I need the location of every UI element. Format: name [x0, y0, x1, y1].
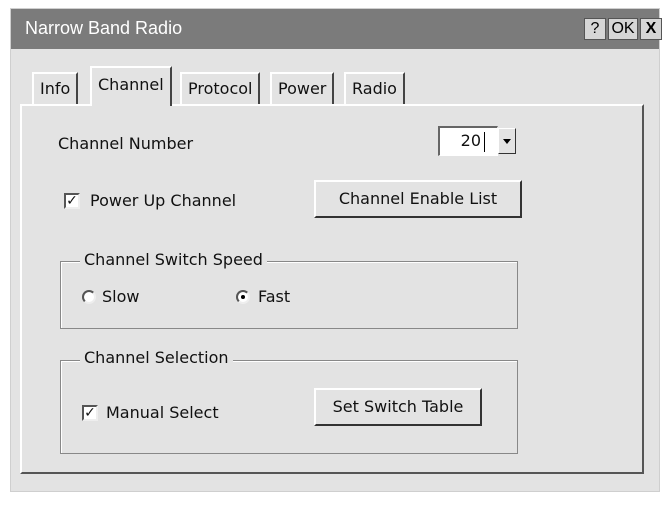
- check-mark-icon: ✓: [66, 193, 78, 209]
- slow-radio-label: Slow: [102, 287, 140, 306]
- text-caret: [484, 132, 485, 152]
- help-button[interactable]: ?: [584, 18, 606, 40]
- fast-radio[interactable]: [236, 290, 250, 304]
- check-mark-icon: ✓: [84, 405, 96, 421]
- channel-number-dropdown-button[interactable]: [498, 128, 516, 154]
- channel-number-input[interactable]: 20: [438, 126, 498, 156]
- tab-channel[interactable]: Channel: [90, 66, 172, 106]
- manual-select-checkbox[interactable]: ✓: [82, 405, 98, 421]
- channel-number-label: Channel Number: [58, 134, 194, 153]
- tab-power[interactable]: Power: [270, 72, 335, 104]
- title-bar[interactable]: Narrow Band Radio ? OK X: [11, 9, 662, 49]
- window-title: Narrow Band Radio: [25, 18, 183, 38]
- channel-selection-title: Channel Selection: [80, 348, 233, 367]
- ok-button[interactable]: OK: [608, 18, 638, 40]
- close-button[interactable]: X: [640, 18, 662, 40]
- slow-radio[interactable]: [82, 290, 96, 304]
- channel-switch-speed-title: Channel Switch Speed: [80, 250, 267, 269]
- fast-radio-label: Fast: [258, 287, 291, 306]
- tab-protocol[interactable]: Protocol: [180, 72, 261, 104]
- set-switch-table-button[interactable]: Set Switch Table: [314, 388, 482, 426]
- tab-radio[interactable]: Radio: [344, 72, 405, 104]
- channel-enable-list-button[interactable]: Channel Enable List: [314, 180, 522, 218]
- radio-selected-dot: [241, 295, 245, 299]
- channel-number-value: 20: [460, 131, 481, 150]
- manual-select-label: Manual Select: [106, 403, 219, 422]
- tab-info[interactable]: Info: [32, 72, 79, 104]
- power-up-channel-checkbox[interactable]: ✓: [64, 193, 80, 209]
- power-up-channel-label: Power Up Channel: [90, 191, 237, 210]
